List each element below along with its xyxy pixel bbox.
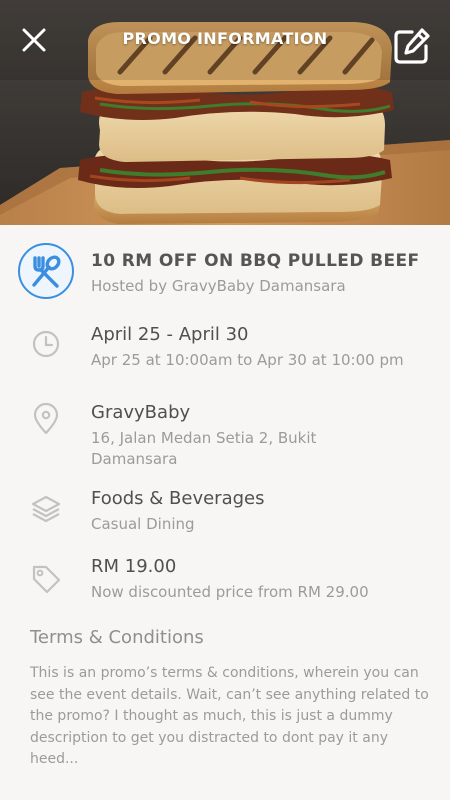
promo-text: 10 RM OFF ON BBQ PULLED BEEF Hosted by G…	[91, 249, 436, 297]
edit-icon	[394, 28, 430, 64]
date-text: April 25 - April 30 Apr 25 at 10:00am to…	[91, 323, 436, 371]
layers-icon-wrap	[26, 489, 66, 529]
price-tag-icon	[32, 565, 61, 594]
clock-icon	[32, 330, 60, 358]
location-pin-icon	[33, 402, 59, 435]
top-bar: PROMO INFORMATION	[0, 0, 450, 80]
promo-header: 10 RM OFF ON BBQ PULLED BEEF Hosted by G…	[0, 225, 450, 315]
terms-body: This is an promo’s terms & conditions, w…	[30, 665, 429, 767]
date-row: April 25 - April 30 Apr 25 at 10:00am to…	[0, 317, 450, 389]
promo-details: 10 RM OFF ON BBQ PULLED BEEF Hosted by G…	[0, 225, 450, 800]
hero-image: PROMO INFORMATION	[0, 0, 450, 225]
location-icon-wrap	[26, 399, 66, 439]
date-time: Apr 25 at 10:00am to Apr 30 at 10:00 pm	[91, 351, 404, 369]
date-range: April 25 - April 30	[91, 324, 249, 345]
promo-title: 10 RM OFF ON BBQ PULLED BEEF	[91, 251, 420, 271]
terms-heading: Terms & Conditions	[30, 627, 204, 648]
page-title: PROMO INFORMATION	[122, 29, 328, 48]
layers-icon	[31, 495, 61, 523]
promo-category-badge	[18, 243, 74, 299]
tag-icon-wrap	[26, 559, 66, 599]
category-name: Foods & Beverages	[91, 488, 265, 509]
category-text: Foods & Beverages Casual Dining	[91, 487, 436, 535]
fork-spoon-icon	[32, 255, 61, 288]
location-text: GravyBaby 16, Jalan Medan Setia 2, Bukit…	[91, 401, 371, 470]
category-sub: Casual Dining	[91, 515, 195, 533]
category-row: Foods & Beverages Casual Dining	[0, 483, 450, 543]
price-note: Now discounted price from RM 29.00	[91, 583, 369, 601]
venue-address: 16, Jalan Medan Setia 2, Bukit Damansara	[91, 429, 317, 468]
location-row[interactable]: GravyBaby 16, Jalan Medan Setia 2, Bukit…	[0, 395, 450, 473]
clock-icon-wrap	[26, 323, 66, 363]
venue-name: GravyBaby	[91, 402, 191, 423]
price-text: RM 19.00 Now discounted price from RM 29…	[91, 555, 436, 603]
price-amount: RM 19.00	[91, 556, 177, 577]
edit-button[interactable]	[392, 26, 432, 66]
promo-host: Hosted by GravyBaby Damansara	[91, 277, 346, 295]
price-row: RM 19.00 Now discounted price from RM 29…	[0, 551, 450, 613]
